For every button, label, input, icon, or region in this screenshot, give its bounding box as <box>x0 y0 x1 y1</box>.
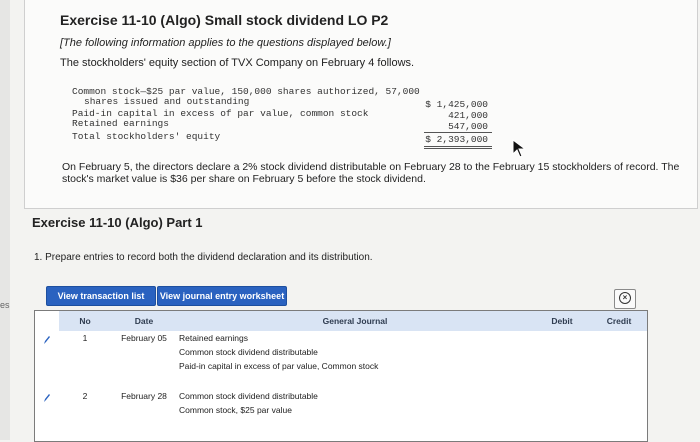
debit-cell[interactable] <box>533 345 592 360</box>
account-line[interactable]: Common stock dividend distributable <box>177 389 536 404</box>
edit-cell[interactable] <box>35 331 60 390</box>
equity-value-common-stock: $ 1,425,000 <box>425 99 488 110</box>
date-column-header: Date <box>111 311 178 331</box>
total-double-rule-2 <box>424 148 492 149</box>
view-journal-entry-worksheet-button[interactable]: View journal entry worksheet <box>157 286 287 306</box>
pencil-icon <box>44 394 50 402</box>
credit-cell[interactable] <box>591 373 647 390</box>
account-line[interactable]: Retained earnings <box>177 331 536 346</box>
debit-cell[interactable] <box>533 389 592 404</box>
close-icon: × <box>619 292 631 304</box>
edit-cell[interactable] <box>35 389 60 441</box>
dividend-paragraph: On February 5, the directors declare a 2… <box>62 161 680 185</box>
debit-cell[interactable] <box>533 417 592 441</box>
entry-date: February 28 <box>111 389 178 441</box>
debit-cell[interactable] <box>533 403 592 418</box>
equity-line-total: Total stockholders' equity <box>72 131 221 142</box>
account-line[interactable]: Common stock, $25 par value <box>177 403 536 418</box>
no-column-header: No <box>59 311 112 331</box>
credit-cell[interactable] <box>591 331 647 346</box>
part-title: Exercise 11-10 (Algo) Part 1 <box>32 215 203 230</box>
intro-text: The stockholders' equity section of TVX … <box>60 57 415 69</box>
account-line[interactable]: Paid-in capital in excess of par value, … <box>177 359 536 374</box>
credit-cell[interactable] <box>591 403 647 418</box>
equity-value-retained-earnings: 547,000 <box>448 121 488 132</box>
equity-line-retained-earnings: Retained earnings <box>72 118 169 129</box>
pencil-icon <box>44 336 50 344</box>
debit-cell[interactable] <box>533 331 592 346</box>
exercise-subtitle: [The following information applies to th… <box>60 37 391 49</box>
equity-value-paid-in-capital: 421,000 <box>448 110 488 121</box>
debit-column-header: Debit <box>533 311 592 331</box>
credit-cell[interactable] <box>591 417 647 441</box>
journal-table: No Date General Journal Debit Credit 1 F… <box>34 310 648 442</box>
view-transaction-list-button[interactable]: View transaction list <box>46 286 156 306</box>
left-panel-edge <box>0 0 10 440</box>
debit-cell[interactable] <box>533 373 592 390</box>
equity-value-total: $ 2,393,000 <box>425 134 488 145</box>
exercise-title: Exercise 11-10 (Algo) Small stock divide… <box>60 12 389 28</box>
equity-line-shares-issued: shares issued and outstanding <box>84 96 250 107</box>
account-line-empty[interactable] <box>177 417 534 441</box>
entry-date: February 05 <box>111 331 178 390</box>
general-journal-column-header: General Journal <box>177 311 534 331</box>
entry-number: 1 <box>59 331 112 390</box>
close-button[interactable]: × <box>614 289 636 309</box>
account-line[interactable]: Common stock dividend distributable <box>177 345 536 360</box>
entry-number: 2 <box>59 389 112 441</box>
account-line-empty[interactable] <box>177 373 534 390</box>
debit-cell[interactable] <box>533 359 592 374</box>
credit-cell[interactable] <box>591 359 647 374</box>
credit-cell[interactable] <box>591 345 647 360</box>
subtotal-rule <box>424 132 492 133</box>
side-label: es <box>0 300 10 310</box>
total-double-rule <box>424 146 492 147</box>
question-text: 1. Prepare entries to record both the di… <box>34 252 373 263</box>
edit-column-header <box>35 311 60 331</box>
credit-column-header: Credit <box>591 311 647 331</box>
mouse-cursor-icon <box>512 139 527 158</box>
credit-cell[interactable] <box>591 389 647 404</box>
